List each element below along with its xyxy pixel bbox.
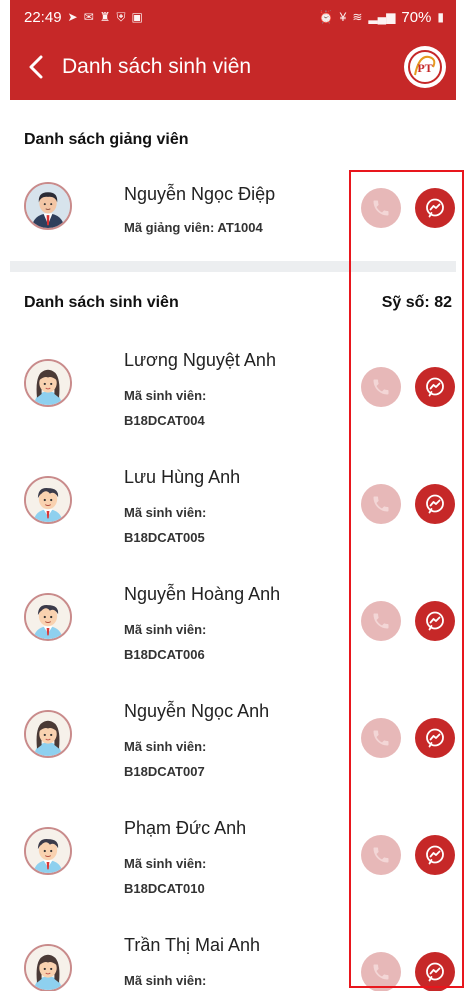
messenger-button[interactable] xyxy=(415,952,455,991)
messenger-icon xyxy=(426,845,444,865)
call-button[interactable] xyxy=(361,718,401,758)
image-icon: ▣ xyxy=(131,10,143,24)
avatar xyxy=(24,476,72,524)
call-button[interactable] xyxy=(361,835,401,875)
student-name: Lưu Hùng Anh xyxy=(124,467,241,487)
phone-icon xyxy=(373,379,389,395)
section-divider xyxy=(10,261,456,272)
shield-icon: ⛨ xyxy=(116,9,126,24)
battery-text: 70% xyxy=(401,8,432,26)
messenger-icon xyxy=(426,611,444,631)
avatar xyxy=(24,359,72,407)
student-row[interactable]: Nguyễn Hoàng Anh Mã sinh viên: B18DCAT006 xyxy=(10,572,456,689)
wifi-icon: ≋ xyxy=(352,10,363,24)
messenger-button[interactable] xyxy=(415,718,455,758)
status-bar: 22:49 ➤ ✉ ♜ ⛨ ▣ ⏰ ¥ ≋ ▂▄▆ 70% ▮ xyxy=(10,0,456,34)
app-icon: ♜ xyxy=(99,10,111,24)
call-button[interactable] xyxy=(361,601,401,641)
student-name: Nguyễn Hoàng Anh xyxy=(124,584,281,604)
lecturers-section-title: Danh sách giảng viên xyxy=(24,131,189,148)
chevron-left-icon xyxy=(29,55,43,79)
phone-icon xyxy=(373,496,389,512)
signal-icon: ▂▄▆ xyxy=(368,10,396,24)
student-id: B18DCAT007 xyxy=(124,764,205,779)
student-id-label: Mã sinh viên: xyxy=(124,973,207,988)
phone-icon xyxy=(373,200,389,216)
messenger-button[interactable] xyxy=(415,601,455,641)
student-id: B18DCAT005 xyxy=(124,530,205,545)
messenger-button[interactable] xyxy=(415,188,455,228)
student-row[interactable]: Trần Thị Mai Anh Mã sinh viên: xyxy=(10,923,456,991)
messenger-button[interactable] xyxy=(415,484,455,524)
student-name: Lương Nguyệt Anh xyxy=(124,350,276,370)
logo[interactable]: PT xyxy=(404,46,446,88)
messenger-button[interactable] xyxy=(415,835,455,875)
page-title: Danh sách sinh viên xyxy=(62,55,252,78)
student-id-label: Mã sinh viên: xyxy=(124,388,207,403)
male-student-avatar-icon xyxy=(26,595,70,639)
student-id-label: Mã sinh viên: xyxy=(124,505,207,520)
call-button[interactable] xyxy=(361,188,401,228)
messenger-icon xyxy=(426,962,444,982)
alarm-icon: ⏰ xyxy=(318,10,334,24)
phone-icon xyxy=(373,613,389,629)
students-section-title: Danh sách sinh viên xyxy=(24,294,179,311)
messenger-icon xyxy=(426,494,444,514)
student-id: B18DCAT006 xyxy=(124,647,205,662)
call-button[interactable] xyxy=(361,952,401,991)
battery-icon: ▮ xyxy=(437,10,444,24)
volte-icon: ¥ xyxy=(339,10,347,24)
student-name: Trần Thị Mai Anh xyxy=(124,935,261,955)
student-id-label: Mã sinh viên: xyxy=(124,856,207,871)
lecturer-id: Mã giảng viên: AT1004 xyxy=(124,220,263,235)
student-row[interactable]: Lương Nguyệt Anh Mã sinh viên: B18DCAT004 xyxy=(10,338,456,455)
telegram-icon: ➤ xyxy=(67,10,78,24)
student-id: B18DCAT010 xyxy=(124,881,205,896)
student-row[interactable]: Lưu Hùng Anh Mã sinh viên: B18DCAT005 xyxy=(10,455,456,572)
messenger-button[interactable] xyxy=(415,367,455,407)
status-time: 22:49 xyxy=(24,8,62,26)
student-id-label: Mã sinh viên: xyxy=(124,739,207,754)
male-student-avatar-icon xyxy=(26,478,70,522)
female-student-avatar-icon xyxy=(26,361,70,405)
avatar xyxy=(24,182,72,230)
student-row[interactable]: Phạm Đức Anh Mã sinh viên: B18DCAT010 xyxy=(10,806,456,923)
messenger-icon xyxy=(426,198,444,218)
student-id: B18DCAT004 xyxy=(124,413,205,428)
avatar xyxy=(24,710,72,758)
status-right: ⏰ ¥ ≋ ▂▄▆ 70% ▮ xyxy=(319,9,444,26)
avatar xyxy=(24,944,72,991)
female-student-avatar-icon xyxy=(26,946,70,990)
lecturer-name: Nguyễn Ngọc Điệp xyxy=(124,184,276,204)
phone-icon xyxy=(373,964,389,980)
student-name: Phạm Đức Anh xyxy=(124,818,247,838)
student-name: Nguyễn Ngọc Anh xyxy=(124,701,270,721)
avatar xyxy=(24,827,72,875)
avatar xyxy=(24,593,72,641)
messenger-icon xyxy=(426,377,444,397)
messenger-icon xyxy=(426,728,444,748)
status-left: 22:49 ➤ ✉ ♜ ⛨ ▣ xyxy=(24,9,143,26)
app-bar: Danh sách sinh viên PT xyxy=(10,34,456,100)
student-id-label: Mã sinh viên: xyxy=(124,622,207,637)
male-teacher-avatar-icon xyxy=(26,184,70,228)
ptit-logo-icon: PT xyxy=(408,50,442,84)
student-row[interactable]: Nguyễn Ngọc Anh Mã sinh viên: B18DCAT007 xyxy=(10,689,456,806)
call-button[interactable] xyxy=(361,484,401,524)
logo-text: PT xyxy=(417,61,432,75)
female-student-avatar-icon xyxy=(26,712,70,756)
male-student-avatar-icon xyxy=(26,829,70,873)
gmail-icon: ✉ xyxy=(83,10,94,24)
call-button[interactable] xyxy=(361,367,401,407)
back-button[interactable] xyxy=(24,52,48,82)
student-count: Sỹ số: 82 xyxy=(381,294,452,311)
phone-icon xyxy=(373,847,389,863)
phone-icon xyxy=(373,730,389,746)
lecturer-row[interactable]: Nguyễn Ngọc Điệp Mã giảng viên: AT1004 xyxy=(10,172,456,256)
